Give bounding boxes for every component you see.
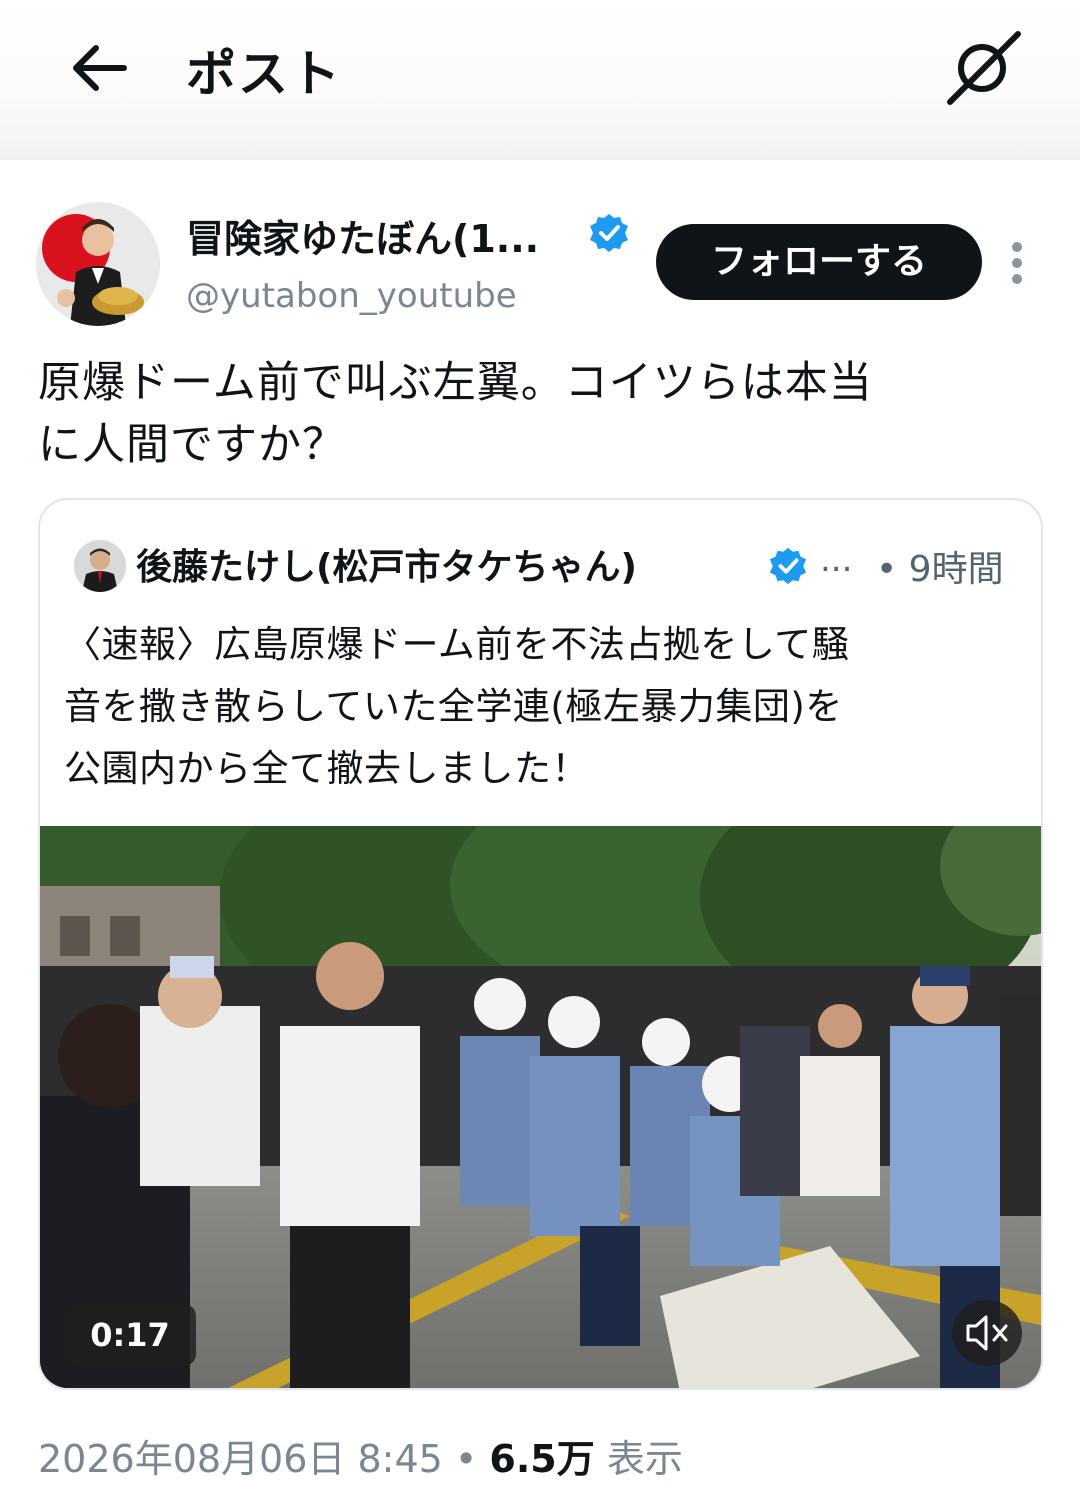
author-handle[interactable]: @yutabon_youtube <box>186 276 517 316</box>
views-label: 表示 <box>594 1437 683 1481</box>
author-display-name[interactable]: 冒険家ゆたぼん(1... <box>186 208 539 263</box>
post-timestamp[interactable]: 2026年08月06日 8:45 <box>38 1437 443 1481</box>
back-button[interactable] <box>64 36 136 100</box>
quoted-post-time: • 9時間 <box>876 549 1004 590</box>
post-text-line: に人間ですか？ <box>38 420 346 470</box>
views-count: 6.5万 <box>489 1437 595 1481</box>
video-duration: 0:17 <box>64 1304 196 1366</box>
video-player[interactable]: 0:17 <box>40 826 1041 1388</box>
quoted-post-card[interactable]: 後藤たけし(松戸市タケちゃん) ... • 9時間 〈速報〉広島原爆ドーム前を不… <box>38 498 1043 1390</box>
mute-button[interactable] <box>952 1300 1022 1366</box>
page-title: ポスト <box>186 45 342 103</box>
grok-button[interactable] <box>944 30 1024 106</box>
post-text-line: 原爆ドーム前で叫ぶ左翼。コイツらは本当 <box>38 358 873 408</box>
post-meta: 2026年08月06日 8:45 • 6.5万 表示 <box>38 1428 683 1483</box>
more-options-icon[interactable] <box>1004 238 1032 288</box>
quoted-name-ellipsis: ... <box>820 540 853 580</box>
meta-separator: • <box>442 1437 490 1481</box>
back-arrow-icon <box>73 45 127 91</box>
mute-icon <box>966 1315 1008 1351</box>
grok-icon <box>947 31 1021 105</box>
verified-badge-icon <box>769 547 807 585</box>
verified-badge-icon <box>590 214 628 252</box>
quoted-text-line: 公園内から全て撤去しました！ <box>64 747 589 790</box>
top-bar: ポスト <box>0 0 1080 160</box>
quoted-text-line: 〈速報〉広島原爆ドーム前を不法占拠をして騒 <box>64 623 850 666</box>
quoted-author-avatar <box>74 540 126 592</box>
author-avatar[interactable] <box>36 202 160 326</box>
quoted-post-text: 〈速報〉広島原爆ドーム前を不法占拠をして騒 音を撒き散らしていた全学連(極左暴力… <box>64 614 1024 800</box>
post-text: 原爆ドーム前で叫ぶ左翼。コイツらは本当 に人間ですか？ <box>38 352 1048 476</box>
quoted-text-line: 音を撒き散らしていた全学連(極左暴力集団)を <box>64 685 843 728</box>
follow-button[interactable]: フォローする <box>656 224 982 300</box>
quoted-author-name: 後藤たけし(松戸市タケちゃん) <box>136 547 637 588</box>
